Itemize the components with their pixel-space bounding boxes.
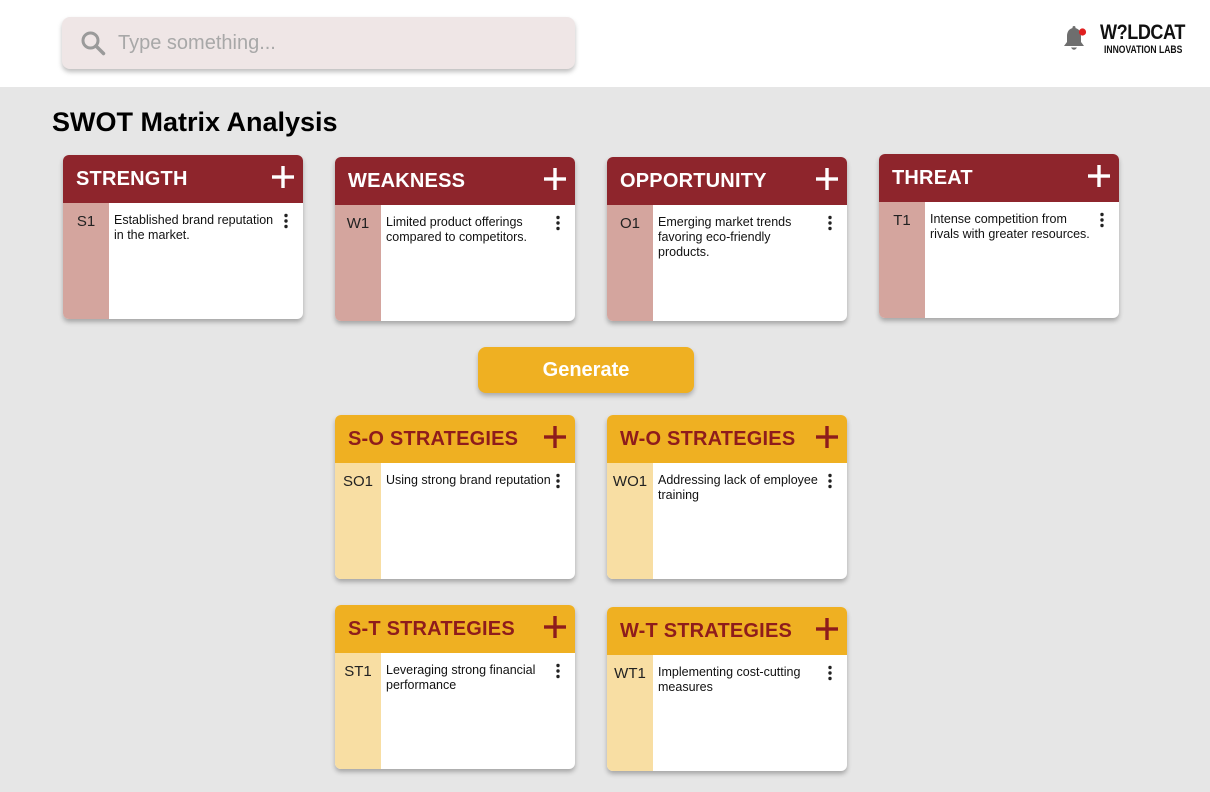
plus-icon[interactable] bbox=[815, 617, 839, 641]
item-text: Intense competition from rivals with gre… bbox=[930, 212, 1090, 241]
plus-icon[interactable] bbox=[543, 615, 567, 639]
kebab-menu-icon[interactable] bbox=[281, 213, 291, 229]
item-text: Limited product offerings compared to co… bbox=[386, 215, 528, 244]
threat-card: THREAT T1 Intense competition from rival… bbox=[879, 154, 1119, 318]
st-strategies-card: S-T STRATEGIES ST1 Leveraging strong fin… bbox=[335, 605, 575, 769]
kebab-menu-icon[interactable] bbox=[825, 215, 835, 231]
kebab-menu-icon[interactable] bbox=[553, 215, 563, 231]
kebab-menu-icon[interactable] bbox=[825, 665, 835, 681]
list-item[interactable]: WT1 Implementing cost-cutting measures bbox=[607, 655, 847, 771]
kebab-menu-icon[interactable] bbox=[553, 473, 563, 489]
so-strategies-header: S-O STRATEGIES bbox=[335, 415, 575, 463]
wo-strategies-title: W-O STRATEGIES bbox=[620, 427, 796, 450]
item-code: WO1 bbox=[612, 473, 648, 490]
st-strategies-header: S-T STRATEGIES bbox=[335, 605, 575, 653]
plus-icon[interactable] bbox=[543, 425, 567, 449]
weakness-card: WEAKNESS W1 Limited product offerings co… bbox=[335, 157, 575, 321]
kebab-menu-icon[interactable] bbox=[825, 473, 835, 489]
list-item[interactable]: ST1 Leveraging strong financial performa… bbox=[335, 653, 575, 769]
generate-button[interactable]: Generate bbox=[478, 347, 694, 393]
item-text: Established brand reputation in the mark… bbox=[114, 213, 274, 242]
list-item[interactable]: WO1 Addressing lack of employee training bbox=[607, 463, 847, 579]
wt-strategies-card: W-T STRATEGIES WT1 Implementing cost-cut… bbox=[607, 607, 847, 771]
so-strategies-title: S-O STRATEGIES bbox=[348, 427, 519, 450]
item-code: WT1 bbox=[614, 665, 646, 682]
list-item[interactable]: W1 Limited product offerings compared to… bbox=[335, 205, 575, 321]
wt-strategies-header: W-T STRATEGIES bbox=[607, 607, 847, 655]
logo: W?LDCAT INNOVATION LABS bbox=[1100, 22, 1186, 62]
item-code: W1 bbox=[346, 215, 370, 232]
item-code: ST1 bbox=[344, 663, 372, 680]
list-item[interactable]: O1 Emerging market trends favoring eco-f… bbox=[607, 205, 847, 321]
wo-strategies-card: W-O STRATEGIES WO1 Addressing lack of em… bbox=[607, 415, 847, 579]
search-input[interactable] bbox=[118, 17, 558, 69]
item-code: O1 bbox=[619, 215, 640, 232]
strength-card: STRENGTH S1 Established brand reputation… bbox=[63, 155, 303, 319]
item-text: Using strong brand reputation bbox=[386, 473, 551, 487]
weakness-card-title: WEAKNESS bbox=[348, 169, 466, 192]
wo-strategies-header: W-O STRATEGIES bbox=[607, 415, 847, 463]
wt-strategies-title: W-T STRATEGIES bbox=[620, 619, 793, 642]
list-item[interactable]: S1 Established brand reputation in the m… bbox=[63, 203, 303, 319]
plus-icon[interactable] bbox=[815, 167, 839, 191]
item-code: T1 bbox=[893, 212, 911, 229]
opportunity-card: OPPORTUNITY O1 Emerging market trends fa… bbox=[607, 157, 847, 321]
opportunity-card-header: OPPORTUNITY bbox=[607, 157, 847, 205]
st-strategies-title: S-T STRATEGIES bbox=[348, 617, 515, 640]
list-item[interactable]: SO1 Using strong brand reputation bbox=[335, 463, 575, 579]
item-code: SO1 bbox=[342, 473, 373, 490]
kebab-menu-icon[interactable] bbox=[1097, 212, 1107, 228]
item-code: S1 bbox=[76, 213, 96, 230]
item-text: Leveraging strong financial performance bbox=[386, 663, 536, 692]
search-bar[interactable] bbox=[62, 17, 575, 69]
strength-card-title: STRENGTH bbox=[76, 167, 188, 190]
kebab-menu-icon[interactable] bbox=[553, 663, 563, 679]
threat-card-title: THREAT bbox=[892, 166, 973, 189]
plus-icon[interactable] bbox=[815, 425, 839, 449]
item-text: Addressing lack of employee training bbox=[658, 473, 818, 502]
opportunity-card-title: OPPORTUNITY bbox=[620, 169, 767, 192]
top-bar: W?LDCAT INNOVATION LABS bbox=[0, 0, 1210, 87]
so-strategies-card: S-O STRATEGIES SO1 Using strong brand re… bbox=[335, 415, 575, 579]
page-title: SWOT Matrix Analysis bbox=[52, 107, 338, 137]
item-text: Implementing cost-cutting measures bbox=[658, 665, 801, 694]
plus-icon[interactable] bbox=[1087, 164, 1111, 188]
list-item[interactable]: T1 Intense competition from rivals with … bbox=[879, 202, 1119, 318]
logo-subtitle: INNOVATION LABS bbox=[1104, 44, 1183, 56]
item-text: Emerging market trends favoring eco-frie… bbox=[658, 215, 792, 259]
logo-title: W?LDCAT bbox=[1100, 21, 1185, 44]
bell-icon[interactable] bbox=[1062, 25, 1088, 53]
search-icon bbox=[81, 31, 106, 56]
plus-icon[interactable] bbox=[543, 167, 567, 191]
strength-card-header: STRENGTH bbox=[63, 155, 303, 203]
plus-icon[interactable] bbox=[271, 165, 295, 189]
notification-dot bbox=[1078, 28, 1087, 36]
threat-card-header: THREAT bbox=[879, 154, 1119, 202]
weakness-card-header: WEAKNESS bbox=[335, 157, 575, 205]
